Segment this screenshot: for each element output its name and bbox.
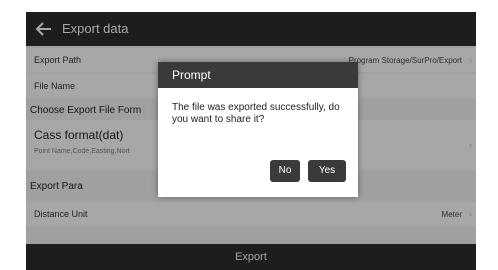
dialog-header: Prompt (158, 62, 358, 88)
no-button[interactable]: No (270, 160, 300, 182)
yes-button[interactable]: Yes (308, 160, 346, 182)
dialog-title: Prompt (172, 68, 211, 82)
prompt-dialog: Prompt The file was exported successfull… (158, 62, 358, 197)
export-data-screen: Export data Export Path Program Storage/… (26, 12, 476, 270)
dialog-message: The file was exported successfully, do y… (172, 102, 340, 125)
